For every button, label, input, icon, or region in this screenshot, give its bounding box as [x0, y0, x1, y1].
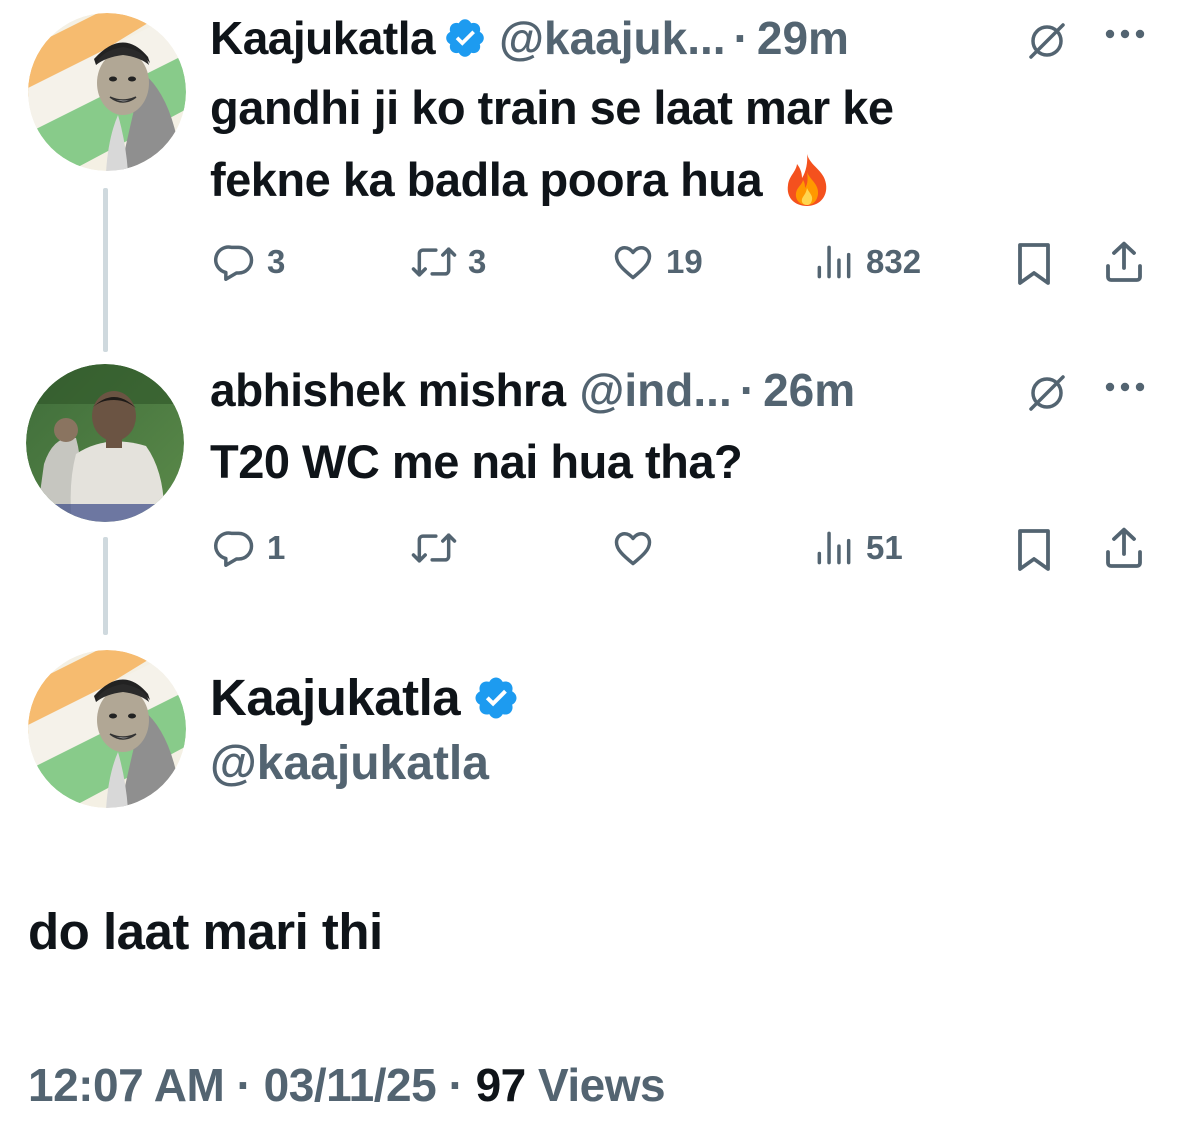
- separator-dot: ·: [739, 364, 756, 416]
- tweet-header: abhishek mishra @ind... · 26m: [210, 360, 855, 420]
- views-label: Views: [538, 1059, 666, 1111]
- verified-badge-icon: [443, 16, 487, 60]
- user-handle[interactable]: @ind...: [580, 363, 732, 417]
- views-count: 832: [866, 243, 922, 280]
- bookmark-icon: [1018, 529, 1050, 571]
- more-icon[interactable]: [1104, 381, 1146, 393]
- share-button[interactable]: [1100, 238, 1148, 286]
- like-button[interactable]: 19: [610, 240, 703, 284]
- display-name[interactable]: Kaajukatla: [210, 11, 436, 65]
- main-tweet-text: do laat mari thi: [28, 903, 383, 960]
- reply-icon: [213, 245, 254, 281]
- display-name[interactable]: abhishek mishra: [210, 363, 566, 417]
- repost-button[interactable]: [410, 526, 468, 570]
- timestamp[interactable]: 29m: [757, 11, 849, 65]
- reply-icon: [213, 531, 254, 567]
- tweet-text: gandhi ji ko train se laat mar ke fekne …: [210, 72, 894, 216]
- bookmark-icon: [1018, 243, 1050, 285]
- bookmark-button[interactable]: [1012, 526, 1056, 574]
- views-button[interactable]: 51: [812, 526, 903, 570]
- separator-dot: ·: [448, 1059, 464, 1111]
- like-count: 19: [666, 243, 703, 280]
- tweet-header: Kaajukatla @kaajuk... · 29m: [210, 8, 849, 68]
- separator-dot: ·: [236, 1059, 252, 1111]
- views-count: 51: [866, 529, 903, 566]
- views-count: 97: [475, 1059, 527, 1111]
- timestamp[interactable]: 26m: [763, 363, 855, 417]
- repost-icon: [411, 533, 457, 563]
- views-button[interactable]: 832: [812, 240, 921, 284]
- main-display-name-row: Kaajukatla: [210, 668, 532, 727]
- verified-badge-icon: [472, 674, 520, 722]
- bookmark-button[interactable]: [1012, 240, 1056, 288]
- share-icon: [1106, 241, 1142, 282]
- like-icon: [614, 531, 652, 566]
- tweet-time[interactable]: 12:07 AM: [28, 1059, 225, 1111]
- more-icon[interactable]: [1104, 28, 1146, 40]
- user-handle[interactable]: @kaajuk...: [499, 11, 725, 65]
- display-name[interactable]: Kaajukatla: [210, 668, 461, 727]
- tweet-text-line-content: fekne ka badla poora hua: [210, 153, 763, 206]
- avatar-abhishek-mishra[interactable]: [26, 364, 184, 522]
- tweet-text-line: fekne ka badla poora hua: [210, 144, 894, 216]
- separator-dot: ·: [733, 12, 749, 64]
- fire-emoji: [787, 154, 827, 206]
- repost-count: 3: [468, 243, 487, 280]
- views-icon: [817, 531, 851, 565]
- thread-line: [103, 188, 108, 352]
- repost-icon: [411, 247, 457, 277]
- share-button[interactable]: [1100, 524, 1148, 572]
- thread-line: [103, 537, 108, 635]
- tweet-text-line: gandhi ji ko train se laat mar ke: [210, 81, 894, 134]
- tweet-meta: 12:07 AM · 03/11/25 · 97 Views: [28, 1058, 666, 1112]
- reply-count: 1: [267, 529, 286, 566]
- tweet-date[interactable]: 03/11/25: [264, 1059, 437, 1111]
- grok-icon[interactable]: [1024, 370, 1070, 416]
- grok-icon[interactable]: [1024, 18, 1070, 64]
- reply-button[interactable]: 3: [213, 240, 285, 284]
- repost-button[interactable]: 3: [410, 240, 486, 284]
- views-icon: [817, 245, 851, 279]
- reply-button[interactable]: 1: [213, 526, 285, 570]
- reply-count: 3: [267, 243, 286, 280]
- like-button[interactable]: [610, 526, 666, 570]
- tweet-text: T20 WC me nai hua tha?: [210, 426, 743, 498]
- tweet-text-line: T20 WC me nai hua tha?: [210, 435, 743, 488]
- like-icon: [614, 245, 652, 280]
- share-icon: [1106, 527, 1142, 568]
- user-handle[interactable]: @kaajukatla: [210, 736, 489, 791]
- avatar-kaajukatla[interactable]: [28, 13, 186, 171]
- avatar-kaajukatla[interactable]: [28, 650, 186, 808]
